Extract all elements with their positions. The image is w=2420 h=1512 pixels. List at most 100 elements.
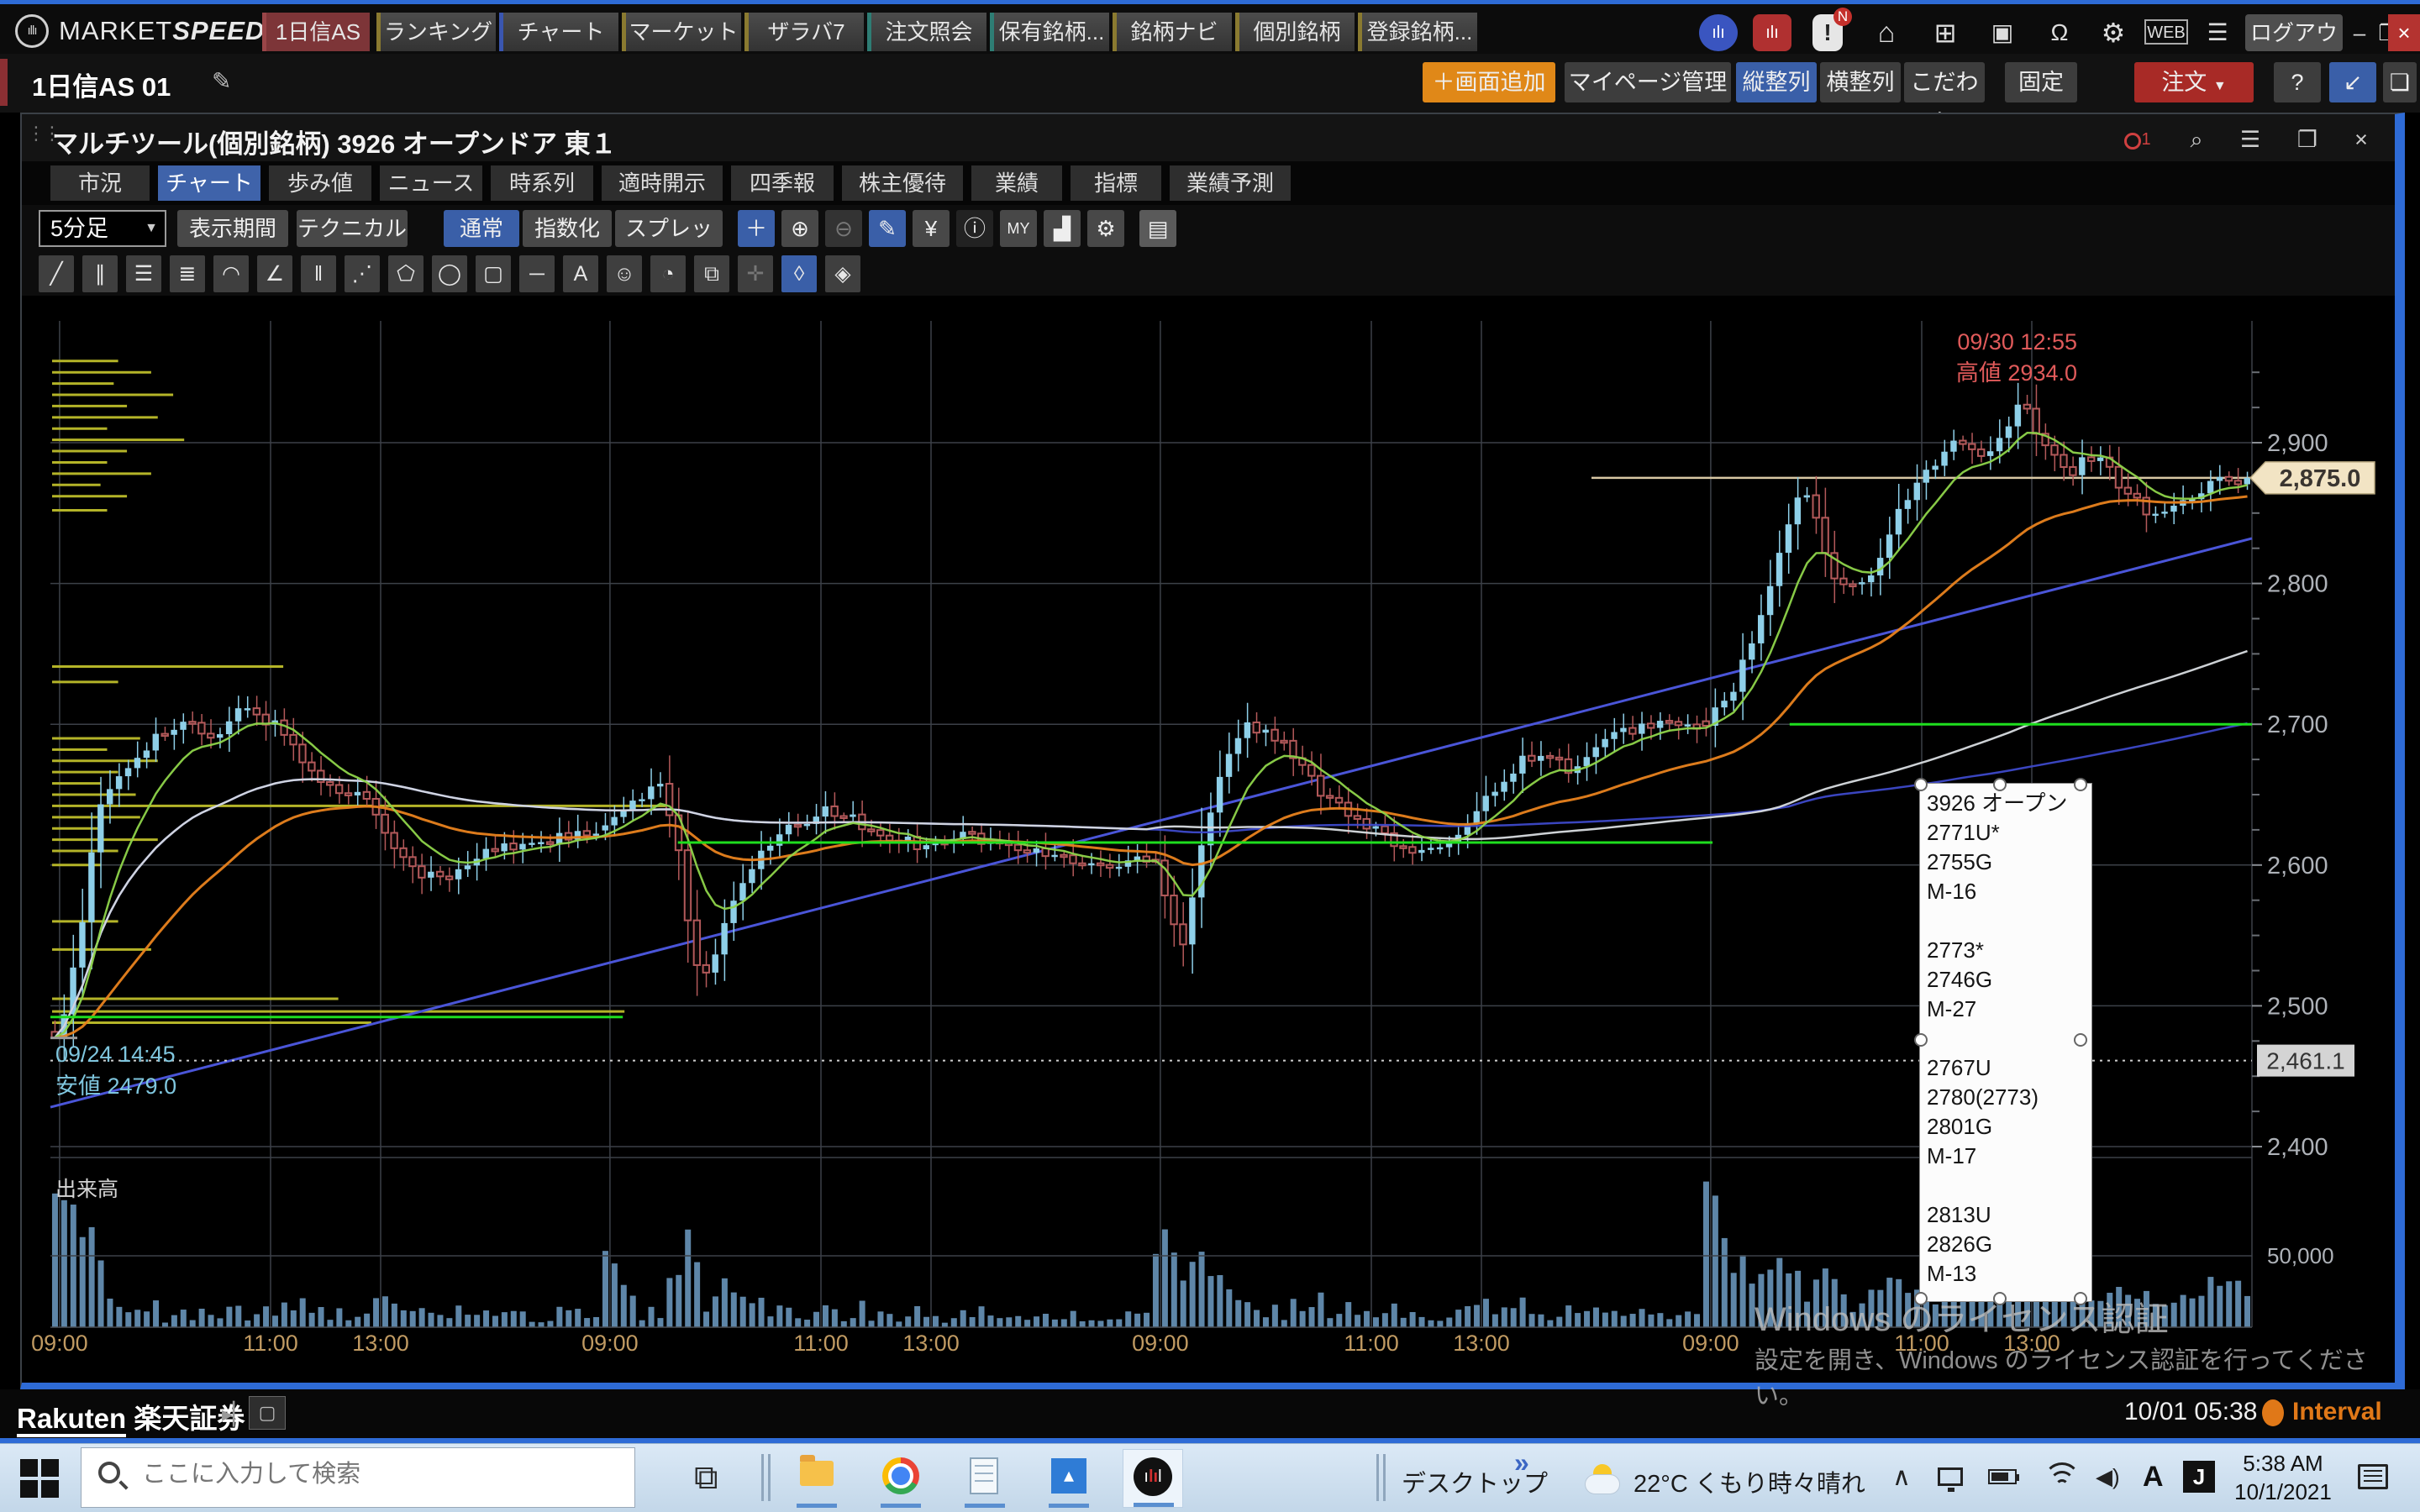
tab-shareholder-benefit[interactable]: 株主優待 bbox=[842, 165, 963, 201]
display-tray-icon[interactable] bbox=[1938, 1467, 1963, 1486]
vertical-align-button[interactable]: 縦整列 bbox=[1736, 62, 1817, 102]
technical-button[interactable]: テクニカル bbox=[297, 210, 408, 247]
help-button[interactable]: ? bbox=[2274, 62, 2321, 102]
web-icon[interactable]: WEB bbox=[2144, 19, 2188, 45]
draw-hlines3-icon[interactable]: ☰ bbox=[126, 255, 161, 292]
selection-handle[interactable] bbox=[2074, 1292, 2087, 1305]
draw-hsegment-icon[interactable]: ─ bbox=[519, 255, 555, 292]
print-icon[interactable]: ▤ bbox=[1139, 210, 1176, 247]
bell-icon[interactable]: Ω bbox=[2040, 14, 2079, 51]
main-tab-chart[interactable]: チャート bbox=[499, 13, 618, 51]
selection-handle[interactable] bbox=[1914, 1292, 1928, 1305]
file-explorer-taskbar-icon[interactable] bbox=[790, 1449, 844, 1508]
main-tab-stock-navi[interactable]: 銘柄ナビ bbox=[1113, 13, 1232, 51]
add-screen-button[interactable]: ＋画面追加 bbox=[1423, 62, 1555, 102]
gear-icon[interactable]: ⚙ bbox=[2094, 14, 2133, 51]
selection-handle[interactable] bbox=[1993, 1292, 2007, 1305]
tab-forecast[interactable]: 業績予測 bbox=[1170, 165, 1291, 201]
desktop-chevrons-icon[interactable]: » bbox=[1514, 1447, 1529, 1478]
minimize-button[interactable]: – bbox=[2346, 14, 2373, 51]
yen-icon[interactable]: ¥ bbox=[913, 210, 950, 247]
ime-language-indicator[interactable]: J bbox=[2183, 1461, 2215, 1493]
notepad-taskbar-icon[interactable] bbox=[958, 1449, 1012, 1508]
hamburger-menu-icon[interactable]: ☰ bbox=[2198, 14, 2237, 51]
window-titlebar[interactable]: ⋮⋮ マルチツール(個別銘柄) 3926 オープンドア 東１ 1 ⌕ ☰ ❐ × bbox=[22, 114, 2395, 161]
pin-button[interactable]: 固定 bbox=[2005, 62, 2077, 102]
draw-drag-icon[interactable]: ✛ bbox=[738, 255, 773, 292]
draw-icon-stamp-icon[interactable]: ☺ bbox=[607, 255, 642, 292]
weather-label[interactable]: 22°C くもり時々晴れ bbox=[1634, 1464, 1865, 1499]
info-icon[interactable]: ⓘ bbox=[956, 210, 993, 247]
tab-time-series[interactable]: 時系列 bbox=[491, 165, 593, 201]
main-tab-registered-stocks[interactable]: 登録銘柄... bbox=[1358, 13, 1477, 51]
panel-toggle-icon[interactable]: ▢ bbox=[249, 1396, 286, 1430]
tab-news[interactable]: ニュース bbox=[380, 165, 482, 201]
chart-canvas[interactable]: 2,4002,5002,6002,7002,8002,90050,000出来高0… bbox=[22, 296, 2395, 1383]
draw-ellipse-icon[interactable]: ◯ bbox=[432, 255, 467, 292]
add-window-icon[interactable]: ⊞ bbox=[1926, 14, 1965, 51]
mypage-manage-button[interactable]: マイページ管理 bbox=[1565, 62, 1731, 102]
selection-handle[interactable] bbox=[1993, 778, 2007, 791]
home-icon[interactable]: ⌂ bbox=[1867, 14, 1906, 51]
draw-arcs-icon[interactable]: ◠ bbox=[213, 255, 249, 292]
selection-handle[interactable] bbox=[1914, 1033, 1928, 1047]
window-close-icon[interactable]: × bbox=[2343, 124, 2380, 155]
draw-text-icon[interactable]: A bbox=[563, 255, 598, 292]
main-tab-1nichi-as01[interactable]: 1日信AS 01 bbox=[262, 13, 370, 51]
action-center-icon[interactable] bbox=[2358, 1464, 2388, 1489]
tray-expand-icon[interactable]: ∧ bbox=[1892, 1462, 1911, 1492]
draw-hlines4-icon[interactable]: ≣ bbox=[170, 255, 205, 292]
edit-page-name-icon[interactable]: ✎ bbox=[212, 67, 231, 95]
marketspeed-taskbar-icon[interactable]: ılıl bbox=[1123, 1449, 1183, 1508]
draw-marker-icon[interactable]: ∥ bbox=[82, 255, 118, 292]
settings-wrench-icon[interactable]: ⚙ bbox=[1087, 210, 1124, 247]
logout-button[interactable]: ログアウト bbox=[2245, 14, 2343, 51]
area-chart-icon[interactable]: ▟ bbox=[1044, 210, 1081, 247]
zoom-out-icon[interactable]: ⊖ bbox=[825, 210, 862, 247]
main-tab-ranking[interactable]: ランキング bbox=[376, 13, 496, 51]
layout-button[interactable]: ❏ bbox=[2383, 62, 2417, 102]
normal-mode-button[interactable]: 通常 bbox=[444, 210, 519, 247]
marketspeed-blue-icon[interactable]: ılı bbox=[1699, 14, 1738, 51]
window-restore-icon[interactable]: ❐ bbox=[2289, 124, 2326, 155]
taskbar-search[interactable] bbox=[81, 1447, 635, 1508]
draw-trendline-icon[interactable]: ╱ bbox=[39, 255, 74, 292]
search-input[interactable] bbox=[140, 1460, 614, 1489]
expand-icon[interactable]: ▸▏ bbox=[222, 1401, 250, 1427]
tab-chart[interactable]: チャート bbox=[158, 165, 260, 201]
draw-pentagon-icon[interactable]: ⬠ bbox=[388, 255, 424, 292]
tab-disclosure[interactable]: 適時開示 bbox=[602, 165, 723, 201]
draw-erase-all-icon[interactable]: ◈ bbox=[825, 255, 860, 292]
draw-pitchfork-icon[interactable]: ⋰ bbox=[345, 255, 380, 292]
marketspeed-red-icon[interactable]: ılı bbox=[1753, 14, 1791, 51]
my-chart-icon[interactable]: MY bbox=[1000, 210, 1037, 247]
main-tab-holdings[interactable]: 保有銘柄... bbox=[990, 13, 1109, 51]
tab-market-conditions[interactable]: 市況 bbox=[50, 165, 150, 201]
selection-handle[interactable] bbox=[1914, 778, 1928, 791]
period-select[interactable]: 5分足▼ bbox=[39, 210, 166, 247]
tab-shikiho[interactable]: 四季報 bbox=[731, 165, 834, 201]
tab-tick[interactable]: 歩み値 bbox=[269, 165, 371, 201]
zoom-in-icon[interactable]: ⊕ bbox=[781, 210, 818, 247]
draw-vlines-icon[interactable]: ‖ bbox=[301, 255, 336, 292]
selection-handle[interactable] bbox=[2074, 778, 2087, 791]
draw-time-marker-icon[interactable]: ◔ bbox=[650, 255, 686, 292]
task-view-icon[interactable]: ⧉ bbox=[694, 1459, 718, 1497]
ime-mode-indicator[interactable]: A bbox=[2143, 1461, 2164, 1494]
draw-fan-icon[interactable]: ∠ bbox=[257, 255, 292, 292]
main-tab-individual-stock[interactable]: 個別銘柄 bbox=[1235, 13, 1355, 51]
kodawari-button[interactable]: こだわり bbox=[1904, 62, 1985, 102]
volume-tray-icon[interactable]: ◀) bbox=[2096, 1464, 2120, 1490]
battery-tray-icon[interactable] bbox=[1988, 1469, 2017, 1484]
draw-pencil-icon[interactable]: ✎ bbox=[869, 210, 906, 247]
draw-rectangle-icon[interactable]: ▢ bbox=[476, 255, 511, 292]
chrome-taskbar-icon[interactable] bbox=[874, 1449, 928, 1508]
alert-icon[interactable]: !N bbox=[1808, 14, 1847, 51]
window-menu-icon[interactable]: ☰ bbox=[2232, 124, 2269, 155]
close-button[interactable]: × bbox=[2388, 14, 2420, 51]
popout-button[interactable]: ↙ bbox=[2329, 62, 2376, 102]
spread-mode-button[interactable]: スプレッド bbox=[615, 210, 723, 247]
order-button[interactable]: 注文 ▼ bbox=[2134, 62, 2254, 102]
draw-eraser-icon[interactable]: ◊ bbox=[781, 255, 817, 292]
crosshair-icon[interactable]: ＋ bbox=[738, 210, 775, 247]
